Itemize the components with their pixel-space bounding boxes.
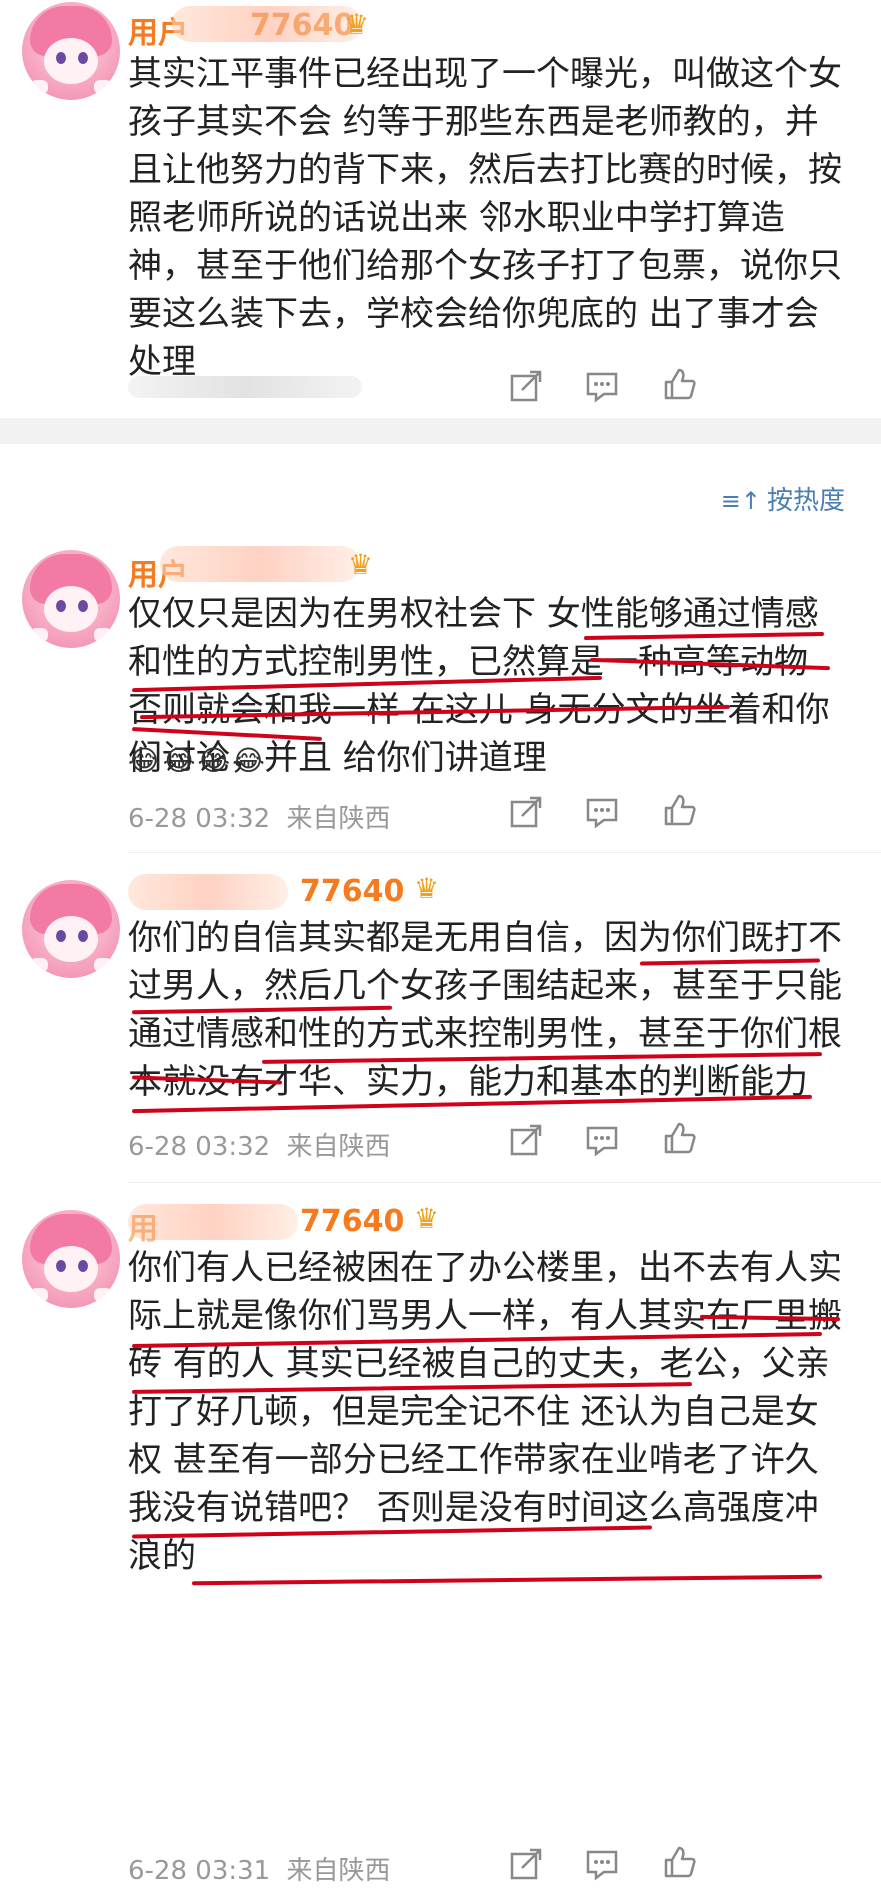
username-tail[interactable]: 77640 (300, 1204, 404, 1239)
like-icon[interactable] (662, 792, 698, 828)
divider-line (128, 1182, 881, 1183)
share-icon[interactable] (508, 368, 544, 404)
avatar[interactable] (22, 1210, 120, 1308)
avatar[interactable] (22, 880, 120, 978)
comment-meta: 6-28 03:32 来自陕西 (128, 798, 390, 835)
username-tail[interactable]: 77640 (250, 8, 354, 43)
reply-icon[interactable] (584, 368, 620, 404)
sort-icon: ≡↑ (720, 487, 761, 515)
comment-text: 其实江平事件已经出现了一个曝光，叫做这个女孩子其实不会 约等于那些东西是老师教的… (128, 54, 842, 382)
section-divider (0, 418, 881, 444)
avatar[interactable] (22, 550, 120, 648)
username[interactable]: 用 (128, 1204, 158, 1248)
username-blur (160, 546, 360, 582)
comment-location: 来自陕西 (286, 804, 391, 834)
username-tail[interactable]: 77640 (300, 874, 404, 909)
comment-item: 用 77640 ♛ 你们有人已经被困在了办公楼里，出不去有人实际上就是像你们骂男… (0, 1190, 881, 1902)
reply-icon[interactable] (584, 1122, 620, 1158)
comment-meta: 6-28 03:31 来自陕西 (128, 1850, 390, 1887)
like-icon[interactable] (662, 1844, 698, 1880)
reply-icon[interactable] (584, 1846, 620, 1882)
sort-label: 按热度 (766, 486, 845, 516)
top-comment: 用户 77640 ♛ 其实江平事件已经出现了一个曝光，叫做这个女孩子其实不会 约… (0, 0, 881, 420)
username-blur (128, 874, 288, 910)
share-icon[interactable] (508, 1846, 544, 1882)
comment-time: 6-28 03:32 (128, 804, 271, 834)
vip-crown-icon: ♛ (414, 872, 440, 905)
meta-blur (128, 376, 362, 398)
comment-item: 77640 ♛ 你们的自信其实都是无用自信，因为你们既打不过男人，然后几个女孩子… (0, 860, 881, 1180)
comment-item: 用户 ♛ 仅仅只是因为在男权社会下 女性能够通过情感和性的方式控制男性，已然算是… (0, 530, 881, 850)
vip-crown-icon: ♛ (414, 1202, 440, 1235)
share-icon[interactable] (508, 1122, 544, 1158)
avatar[interactable] (22, 2, 120, 100)
vip-crown-icon: ♛ (348, 548, 374, 581)
share-icon[interactable] (508, 794, 544, 830)
sort-button[interactable]: ≡↑ 按热度 (721, 480, 845, 517)
comment-time: 6-28 03:31 (128, 1856, 271, 1886)
like-icon[interactable] (662, 1120, 698, 1156)
emoji-row: 😂😂😂😂 (128, 744, 267, 777)
comment-time: 6-28 03:32 (128, 1132, 271, 1162)
reply-icon[interactable] (584, 794, 620, 830)
divider-line (128, 852, 881, 853)
comment-location: 来自陕西 (286, 1856, 391, 1886)
comment-meta: 6-28 03:32 来自陕西 (128, 1126, 390, 1163)
comment-location: 来自陕西 (286, 1132, 391, 1162)
like-icon[interactable] (662, 366, 698, 402)
vip-crown-icon: ♛ (344, 8, 370, 41)
